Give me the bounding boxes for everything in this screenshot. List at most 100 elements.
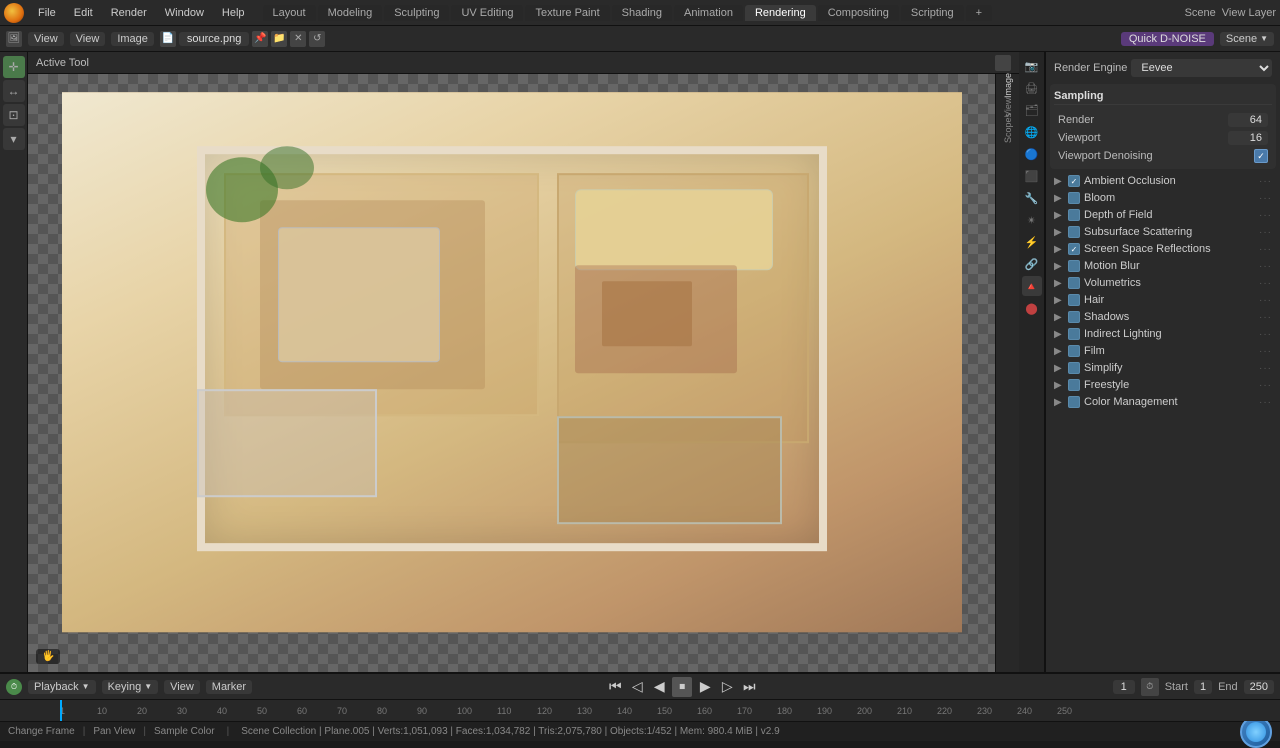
image-menu-btn[interactable]: Image	[111, 32, 154, 46]
cursor-tool[interactable]: ✛	[3, 56, 25, 78]
physics-prop-icon[interactable]: ⚡	[1022, 232, 1042, 252]
section-color-management[interactable]: ▶ Color Management ···	[1050, 394, 1276, 410]
step-forward-btn[interactable]: ▷	[718, 678, 736, 696]
tab-sculpting[interactable]: Sculpting	[384, 5, 449, 21]
tab-uv-editing[interactable]: UV Editing	[451, 5, 523, 21]
section-screen-space-reflections[interactable]: ▶ Screen Space Reflections ···	[1050, 241, 1276, 257]
menu-window[interactable]: Window	[157, 5, 212, 21]
scene-selector[interactable]: Scene	[1185, 7, 1216, 19]
pin-icon[interactable]: 📌	[252, 31, 268, 47]
output-prop-icon[interactable]: 🖨	[1022, 78, 1042, 98]
material-prop-icon[interactable]: ⬤	[1022, 298, 1042, 318]
view2-menu-btn[interactable]: View	[70, 32, 106, 46]
object-prop-icon[interactable]: ⬛	[1022, 166, 1042, 186]
menu-file[interactable]: File	[30, 5, 64, 21]
section-indirect-lighting[interactable]: ▶ Indirect Lighting ···	[1050, 326, 1276, 342]
quick-dnoise-btn[interactable]: Quick D-NOISE	[1121, 32, 1214, 46]
section-volumetrics[interactable]: ▶ Volumetrics ···	[1050, 275, 1276, 291]
view-layer-prop-icon[interactable]: 🗂	[1022, 100, 1042, 120]
sample-tool[interactable]: ▾	[3, 128, 25, 150]
hair-checkbox[interactable]	[1068, 294, 1080, 306]
section-simplify[interactable]: ▶ Simplify ···	[1050, 360, 1276, 376]
scene-prop-icon[interactable]: 🌐	[1022, 122, 1042, 142]
section-bloom[interactable]: ▶ Bloom ···	[1050, 190, 1276, 206]
viewport-controls[interactable]	[995, 55, 1011, 71]
image-viewport[interactable]: 🖐	[28, 74, 995, 672]
shadows-toggle: ▶	[1054, 312, 1064, 322]
fs-toggle: ▶	[1054, 380, 1064, 390]
scope-scopes-tab[interactable]: Scopes	[998, 118, 1018, 138]
viewport-samples-value[interactable]: 16	[1228, 131, 1268, 145]
dof-checkbox[interactable]	[1068, 209, 1080, 221]
scope-image-tab[interactable]: Image	[998, 76, 1018, 96]
data-prop-icon[interactable]: 🔺	[1022, 276, 1042, 296]
tab-animation[interactable]: Animation	[674, 5, 743, 21]
folder-icon[interactable]: 📁	[271, 31, 287, 47]
menu-edit[interactable]: Edit	[66, 5, 101, 21]
section-shadows[interactable]: ▶ Shadows ···	[1050, 309, 1276, 325]
end-frame-input[interactable]: 250	[1244, 680, 1274, 694]
menu-render[interactable]: Render	[103, 5, 155, 21]
ssr-checkbox[interactable]	[1068, 243, 1080, 255]
current-frame-display[interactable]: 1	[1113, 680, 1135, 694]
il-checkbox[interactable]	[1068, 328, 1080, 340]
vol-checkbox[interactable]	[1068, 277, 1080, 289]
bloom-checkbox[interactable]	[1068, 192, 1080, 204]
engine-select[interactable]: Eevee Cycles Workbench	[1131, 59, 1272, 77]
mb-checkbox[interactable]	[1068, 260, 1080, 272]
play-reverse-btn[interactable]: ◀	[650, 678, 668, 696]
marker-menu[interactable]: Marker	[206, 680, 252, 694]
start-frame-input[interactable]: 1	[1194, 680, 1212, 694]
render-prop-icon[interactable]: 📷	[1022, 56, 1042, 76]
section-ambient-occlusion[interactable]: ▶ Ambient Occlusion ···	[1050, 173, 1276, 189]
view-menu[interactable]: View	[164, 680, 200, 694]
tab-layout[interactable]: Layout	[263, 5, 316, 21]
tab-compositing[interactable]: Compositing	[818, 5, 899, 21]
tab-scripting[interactable]: Scripting	[901, 5, 964, 21]
playback-menu[interactable]: Playback▼	[28, 680, 96, 694]
section-hair[interactable]: ▶ Hair ···	[1050, 292, 1276, 308]
timeline-type-icon[interactable]: ⏱	[6, 679, 22, 695]
section-motion-blur[interactable]: ▶ Motion Blur ···	[1050, 258, 1276, 274]
scene-select[interactable]: Scene▼	[1220, 32, 1274, 46]
section-depth-of-field[interactable]: ▶ Depth of Field ···	[1050, 207, 1276, 223]
tab-add[interactable]: +	[966, 5, 992, 21]
ao-checkbox[interactable]	[1068, 175, 1080, 187]
reload-icon[interactable]: ↺	[309, 31, 325, 47]
frame-jump-icon: ⏱	[1141, 678, 1159, 696]
tab-shading[interactable]: Shading	[612, 5, 672, 21]
fs-checkbox[interactable]	[1068, 379, 1080, 391]
jump-end-btn[interactable]: ⏭	[740, 678, 758, 696]
section-subsurface-scattering[interactable]: ▶ Subsurface Scattering ···	[1050, 224, 1276, 240]
view-menu-btn[interactable]: View	[28, 32, 64, 46]
constraints-prop-icon[interactable]: 🔗	[1022, 254, 1042, 274]
menu-help[interactable]: Help	[214, 5, 253, 21]
render-samples-value[interactable]: 64	[1228, 113, 1268, 127]
mb-toggle: ▶	[1054, 261, 1064, 271]
tab-texture-paint[interactable]: Texture Paint	[525, 5, 609, 21]
tab-rendering[interactable]: Rendering	[745, 5, 816, 21]
frame-210: 210	[897, 706, 912, 716]
modifier-prop-icon[interactable]: 🔧	[1022, 188, 1042, 208]
close-icon[interactable]: ✕	[290, 31, 306, 47]
section-film[interactable]: ▶ Film ···	[1050, 343, 1276, 359]
shadows-checkbox[interactable]	[1068, 311, 1080, 323]
particles-prop-icon[interactable]: ✴	[1022, 210, 1042, 230]
il-dots: ···	[1259, 329, 1272, 340]
vp-denoise-checkbox[interactable]: ✓	[1254, 149, 1268, 163]
film-checkbox[interactable]	[1068, 345, 1080, 357]
simp-checkbox[interactable]	[1068, 362, 1080, 374]
world-prop-icon[interactable]: 🔵	[1022, 144, 1042, 164]
jump-start-btn[interactable]: ⏮	[606, 678, 624, 696]
view-layer-selector[interactable]: View Layer	[1222, 7, 1276, 19]
tab-modeling[interactable]: Modeling	[318, 5, 383, 21]
step-back-btn[interactable]: ◁	[628, 678, 646, 696]
play-btn[interactable]: ▶	[696, 678, 714, 696]
sss-checkbox[interactable]	[1068, 226, 1080, 238]
move-tool[interactable]: ↔	[3, 80, 25, 102]
stop-btn[interactable]: ⏹	[672, 677, 692, 697]
cm-checkbox[interactable]	[1068, 396, 1080, 408]
keying-menu[interactable]: Keying▼	[102, 680, 159, 694]
crop-tool[interactable]: ⊡	[3, 104, 25, 126]
section-freestyle[interactable]: ▶ Freestyle ···	[1050, 377, 1276, 393]
